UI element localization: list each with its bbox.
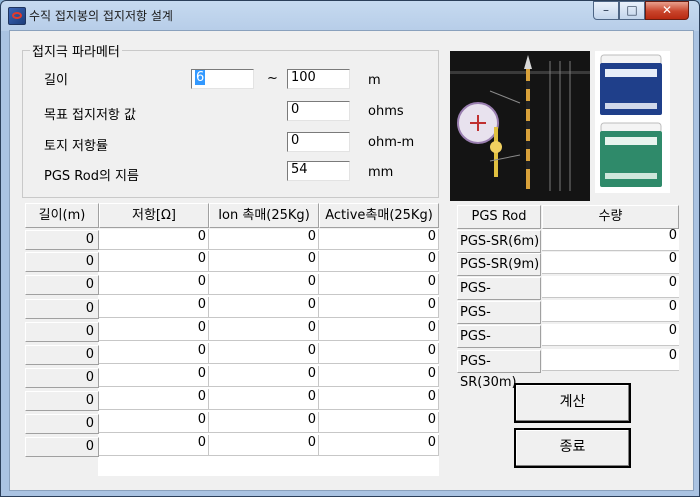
table-cell[interactable]: 0 (99, 297, 209, 318)
header-active-catalyst[interactable]: Active촉매(25Kg) (319, 203, 439, 228)
title-bar[interactable]: 수직 접지봉의 접지저항 설계 – □ ✕ (1, 1, 699, 29)
table-cell[interactable]: 0 (209, 412, 319, 433)
table-cell[interactable]: 0 (319, 366, 439, 387)
length-unit: m (368, 73, 381, 88)
table-cell[interactable]: 0 (319, 274, 439, 295)
table-row-header[interactable]: 0 (25, 275, 99, 295)
soil-resistivity-input[interactable]: 0 (287, 132, 350, 152)
exit-button[interactable]: 종료 (514, 428, 631, 468)
table-cell[interactable]: 0 (209, 366, 319, 387)
app-icon (8, 7, 26, 25)
table-cell[interactable]: 0 (209, 343, 319, 364)
length-label: 길이 (44, 73, 68, 88)
table-cell[interactable]: 0 (209, 435, 319, 456)
rod-type-30m[interactable]: PGS-SR(30m) (457, 350, 541, 390)
header-resistance[interactable]: 저항[Ω] (99, 203, 209, 228)
target-resistance-input[interactable]: 0 (287, 101, 350, 121)
table-cell[interactable]: 0 (209, 229, 319, 250)
table-cell[interactable]: 0 (99, 320, 209, 341)
length-from-value: 6 (195, 70, 206, 85)
rod-qty-6m[interactable]: 0 (542, 229, 679, 251)
table-cell[interactable]: 0 (99, 412, 209, 433)
rod-qty-24m[interactable]: 0 (542, 324, 679, 346)
header-ion-catalyst[interactable]: Ion 촉매(25Kg) (209, 203, 319, 228)
rod-quantity-header[interactable]: 수량 (542, 205, 679, 229)
rod-type-18m[interactable]: PGS-SR(18m) (457, 301, 541, 341)
table-cell[interactable]: 0 (99, 274, 209, 295)
table-cell[interactable]: 0 (319, 297, 439, 318)
length-from-input[interactable]: 6 (191, 69, 254, 89)
rod-type-6m[interactable]: PGS-SR(6m) (457, 230, 541, 253)
table-cell[interactable]: 0 (99, 229, 209, 250)
rod-qty-18m[interactable]: 0 (542, 300, 679, 322)
rod-qty-30m[interactable]: 0 (542, 349, 679, 371)
catalyst-buckets-graphic (595, 51, 670, 193)
rod-diameter-input[interactable]: 54 (287, 161, 350, 181)
table-cell[interactable]: 0 (319, 412, 439, 433)
table-row-header[interactable]: 0 (25, 345, 99, 365)
table-row-header[interactable]: 0 (25, 230, 99, 250)
table-cell[interactable]: 0 (209, 389, 319, 410)
table-row-header[interactable]: 0 (25, 252, 99, 272)
grounding-rod-diagram-image (450, 51, 590, 201)
rod-type-24m[interactable]: PGS-SR(24m) (457, 325, 541, 365)
rod-qty-9m[interactable]: 0 (542, 252, 679, 274)
calculate-button[interactable]: 계산 (514, 383, 631, 423)
table-row-header[interactable]: 0 (25, 437, 99, 457)
minimize-button[interactable]: – (593, 1, 619, 20)
length-range-separator: ~ (267, 71, 278, 86)
table-row-header[interactable]: 0 (25, 322, 99, 342)
maximize-button[interactable]: □ (619, 1, 645, 20)
soil-resistivity-unit: ohm-m (368, 135, 415, 150)
rod-diameter-unit: mm (368, 165, 394, 180)
rod-diagram-graphic (450, 51, 590, 201)
table-cell[interactable]: 0 (319, 229, 439, 250)
header-length[interactable]: 길이(m) (25, 203, 99, 228)
table-cell[interactable]: 0 (319, 435, 439, 456)
soil-resistivity-label: 토지 저항률 (44, 139, 108, 154)
dialog-client-area: 접지극 파라메터 길이 6 ~ 100 m 목표 접지저항 값 0 ohms 토… (9, 30, 694, 491)
parameter-group-title: 접지극 파라메터 (30, 41, 122, 60)
table-cell[interactable]: 0 (99, 389, 209, 410)
table-cell[interactable]: 0 (319, 389, 439, 410)
table-cell[interactable]: 0 (209, 320, 319, 341)
close-button[interactable]: ✕ (645, 1, 689, 20)
rod-type-12m[interactable]: PGS-SR(12m) (457, 277, 541, 317)
table-cell[interactable]: 0 (209, 297, 319, 318)
table-row-header[interactable]: 0 (25, 299, 99, 319)
rod-diameter-label: PGS Rod의 지름 (44, 169, 139, 184)
catalyst-buckets-image (595, 51, 670, 193)
table-cell[interactable]: 0 (99, 343, 209, 364)
table-cell[interactable]: 0 (209, 251, 319, 272)
rod-qty-12m[interactable]: 0 (542, 276, 679, 298)
table-cell[interactable]: 0 (319, 343, 439, 364)
app-window: 수직 접지봉의 접지저항 설계 – □ ✕ 접지극 파라메터 길이 6 ~ 10… (0, 0, 700, 497)
table-cell[interactable]: 0 (99, 366, 209, 387)
table-cell[interactable]: 0 (209, 274, 319, 295)
rod-type-header[interactable]: PGS Rod Type (457, 205, 541, 246)
table-row-header[interactable]: 0 (25, 391, 99, 411)
target-resistance-unit: ohms (368, 104, 404, 119)
table-cell[interactable]: 0 (99, 251, 209, 272)
window-title: 수직 접지봉의 접지저항 설계 (29, 9, 173, 23)
table-row-header[interactable]: 0 (25, 414, 99, 434)
table-row-header[interactable]: 0 (25, 368, 99, 388)
table-cell[interactable]: 0 (319, 251, 439, 272)
table-cell[interactable]: 0 (319, 320, 439, 341)
target-resistance-label: 목표 접지저항 값 (44, 108, 136, 123)
table-cell[interactable]: 0 (99, 435, 209, 456)
rod-type-9m[interactable]: PGS-SR(9m) (457, 253, 541, 276)
length-to-input[interactable]: 100 (287, 69, 350, 89)
